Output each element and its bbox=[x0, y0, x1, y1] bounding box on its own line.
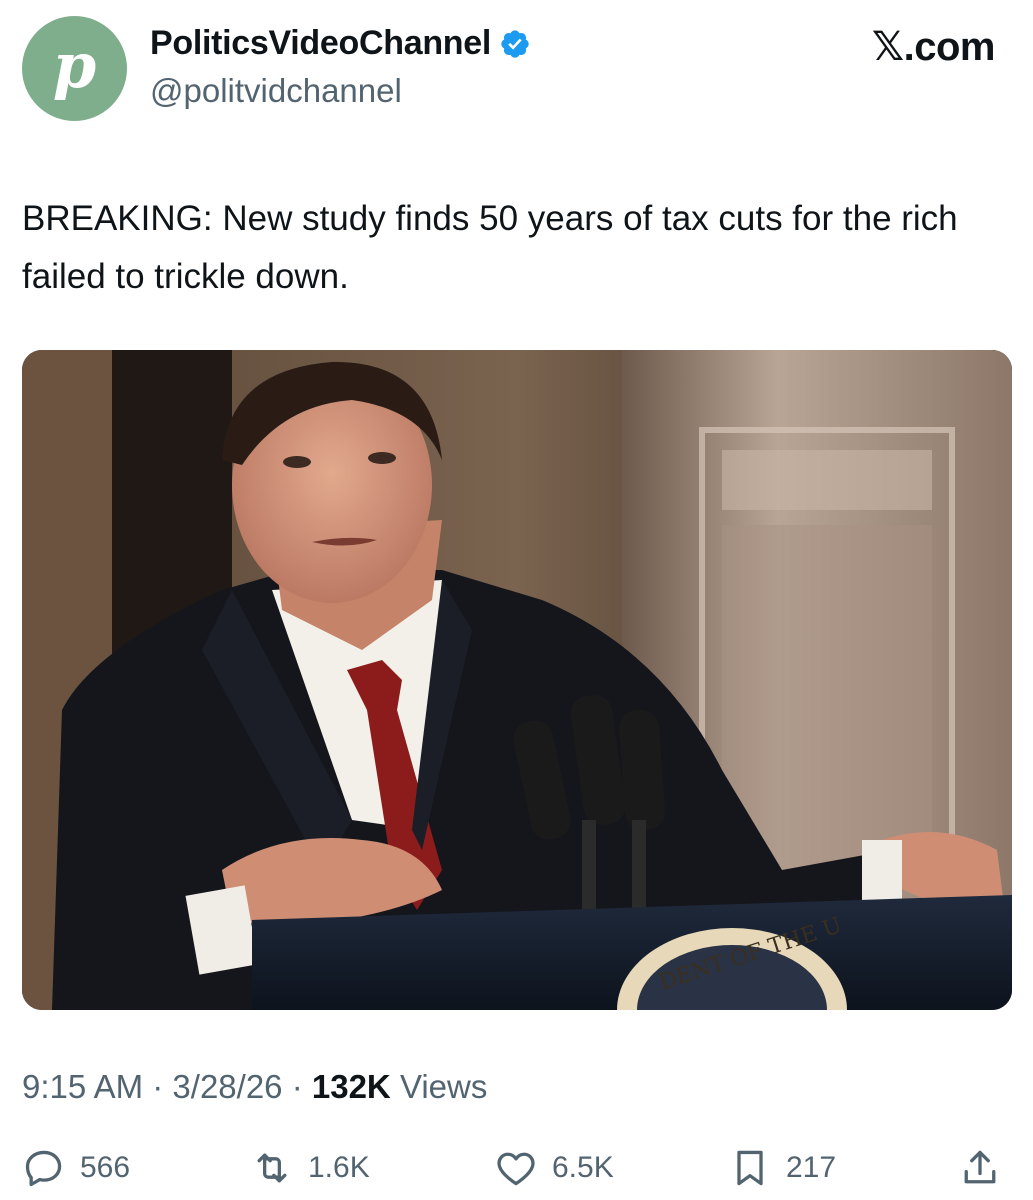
like-button[interactable]: 6.5K bbox=[494, 1146, 614, 1190]
reply-icon bbox=[25, 1150, 62, 1187]
views-count: 132K bbox=[311, 1068, 391, 1105]
share-icon bbox=[964, 1150, 996, 1184]
display-name[interactable]: PoliticsVideoChannel bbox=[150, 24, 491, 63]
user-handle[interactable]: @politvidchannel bbox=[150, 72, 402, 110]
share-button[interactable] bbox=[958, 1146, 1002, 1190]
repost-icon bbox=[257, 1153, 287, 1183]
views-label: Views bbox=[399, 1068, 488, 1105]
tweet-photo[interactable]: DENT OF THE U bbox=[22, 350, 1012, 1010]
tweet-text: BREAKING: New study finds 50 years of ta… bbox=[22, 199, 958, 296]
author-name-row: PoliticsVideoChannel bbox=[150, 24, 531, 63]
heart-icon bbox=[497, 1152, 535, 1186]
action-bar: 566 1.6K 6.5K 217 bbox=[0, 1140, 1033, 1200]
bookmark-count: 217 bbox=[786, 1151, 837, 1184]
tweet-date[interactable]: 3/28/26 bbox=[172, 1068, 282, 1105]
tweet-card: p PoliticsVideoChannel @politvidchannel … bbox=[0, 0, 1033, 1200]
avatar-letter: p bbox=[52, 28, 97, 102]
verified-badge-icon bbox=[501, 29, 529, 58]
photo-illustration: DENT OF THE U bbox=[22, 350, 1012, 1010]
reply-button[interactable]: 566 bbox=[22, 1146, 130, 1190]
repost-button[interactable]: 1.6K bbox=[250, 1146, 370, 1190]
avatar[interactable]: p bbox=[22, 16, 127, 121]
tweet-time[interactable]: 9:15 AM bbox=[22, 1068, 143, 1105]
bookmark-icon bbox=[737, 1150, 763, 1186]
bookmark-button[interactable]: 217 bbox=[728, 1146, 836, 1190]
repost-count: 1.6K bbox=[308, 1151, 370, 1184]
reply-count: 566 bbox=[80, 1151, 131, 1184]
tweet-meta: 9:15 AM · 3/28/26 · 132K Views bbox=[22, 1068, 487, 1106]
meta-separator: · bbox=[152, 1068, 164, 1105]
like-count: 6.5K bbox=[552, 1151, 614, 1184]
meta-separator: · bbox=[291, 1068, 303, 1105]
x-brand-logo: 𝕏.com bbox=[871, 25, 996, 69]
